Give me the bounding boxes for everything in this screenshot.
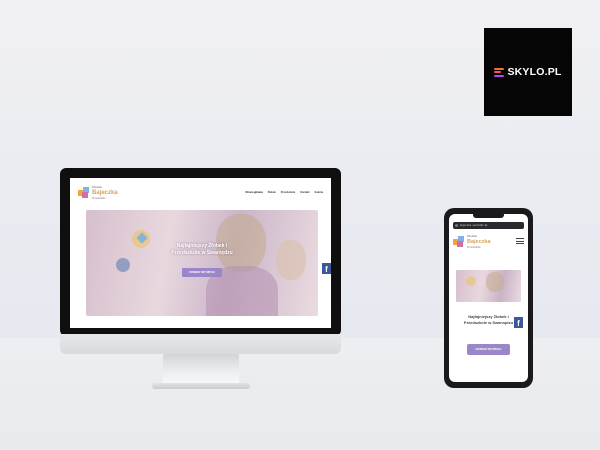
- second-child-photo: [276, 240, 306, 280]
- desktop-monitor: Żłobek Bajeczka Przedszkole Strona główn…: [60, 168, 341, 336]
- cat-drawing-icon: [116, 258, 130, 272]
- mobile-facebook-icon[interactable]: f: [514, 317, 523, 328]
- desktop-screen: Żłobek Bajeczka Przedszkole Strona główn…: [70, 178, 331, 328]
- skylo-logo-mark-icon: [494, 67, 505, 77]
- mobile-site-header: Żłobek Bajeczka Przedszkole: [453, 234, 524, 249]
- mobile-url-text: bajeczka.swarzedz.pl: [460, 224, 488, 227]
- mobile-child-photo: [486, 272, 504, 292]
- mobile-hero-title: Najfajniejszy Żłobek i Przedszkole w Swa…: [463, 314, 514, 325]
- mobile-hero-image: [456, 270, 521, 302]
- mobile-url-bar[interactable]: bajeczka.swarzedz.pl: [453, 222, 524, 229]
- monitor-chin: [60, 334, 341, 354]
- nav-item-przedszkole[interactable]: Przedszkole: [281, 191, 295, 194]
- hamburger-menu-icon[interactable]: [516, 238, 524, 244]
- monitor-stand: [163, 354, 239, 384]
- skylo-logo: SKYLO.PL: [484, 28, 572, 116]
- skylo-logo-text: SKYLO.PL: [507, 66, 562, 78]
- logo-name-text: Bajeczka: [92, 189, 118, 196]
- nav-item-kontakt[interactable]: Kontakt: [300, 191, 309, 194]
- site-header: Żłobek Bajeczka Przedszkole Strona główn…: [70, 178, 331, 206]
- nav-item-zlobek[interactable]: Żłobek: [268, 191, 276, 194]
- mobile-cube-logo-icon: [453, 235, 464, 247]
- mobile-logo-name-text: Bajeczka: [467, 238, 491, 245]
- phone-notch: [473, 214, 504, 218]
- nav-item-galeria[interactable]: Galeria: [315, 191, 323, 194]
- facebook-icon[interactable]: f: [322, 263, 331, 274]
- monitor-base: [152, 383, 250, 389]
- nav-item-home[interactable]: Strona główna: [245, 191, 262, 194]
- mobile-logo-bottom-text: Przedszkole: [467, 245, 481, 249]
- cube-logo-icon: [78, 186, 89, 198]
- site-logo[interactable]: Żłobek Bajeczka Przedszkole: [78, 185, 118, 200]
- hero-banner: Najfajniejszy Żłobek i Przedszkole w Swa…: [86, 210, 318, 316]
- site-nav: Strona główna Żłobek Przedszkole Kontakt…: [245, 191, 323, 194]
- logo-top-text: Żłobek: [92, 184, 103, 189]
- mobile-screen: bajeczka.swarzedz.pl Żłobek Bajeczka Prz…: [449, 214, 528, 382]
- logo-bottom-text: Przedszkole: [92, 196, 106, 200]
- lock-icon: [455, 224, 458, 227]
- hero-cta-button[interactable]: DOWIEDZ SIĘ WIĘCEJ: [182, 268, 222, 277]
- hero-title: Najfajniejszy Żłobek i Przedszkole w Swa…: [171, 243, 233, 256]
- mobile-sun-drawing-icon: [466, 276, 476, 286]
- mobile-phone: bajeczka.swarzedz.pl Żłobek Bajeczka Prz…: [444, 208, 533, 388]
- mobile-site-logo[interactable]: Żłobek Bajeczka Przedszkole: [453, 234, 491, 249]
- mobile-logo-top-text: Żłobek: [467, 233, 478, 238]
- mobile-hero-cta-button[interactable]: DOWIEDZ SIĘ WIĘCEJ: [467, 344, 510, 355]
